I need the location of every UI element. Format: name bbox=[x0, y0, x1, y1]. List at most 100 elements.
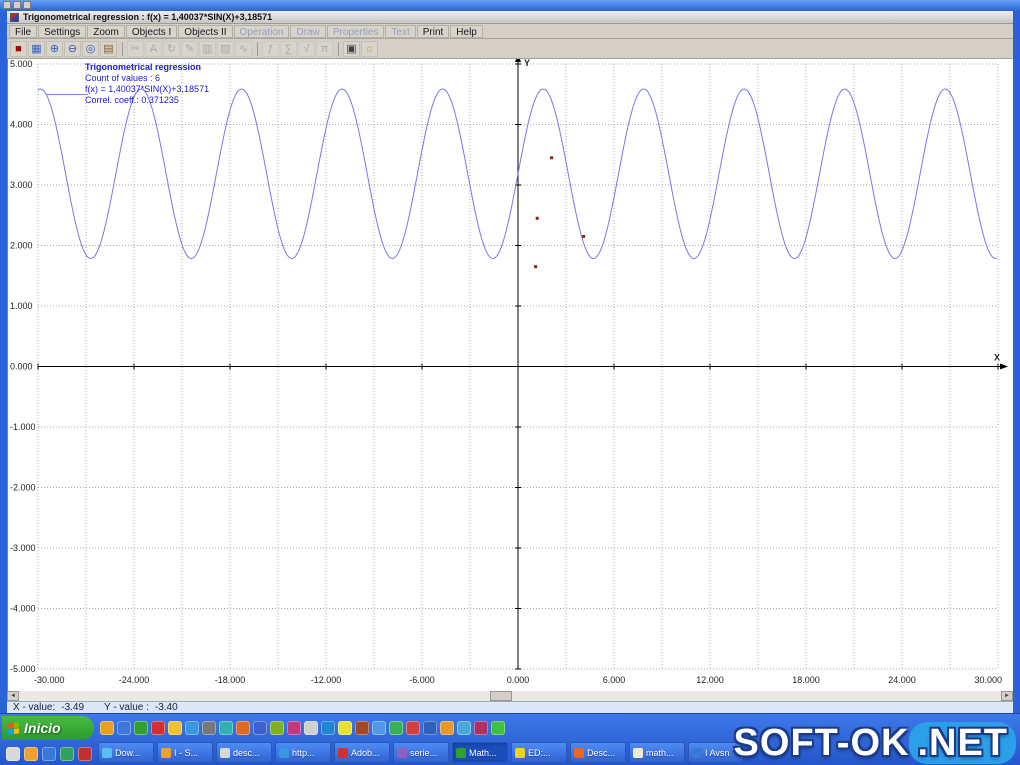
legend-title: Trigonometrical regression bbox=[85, 62, 202, 72]
pi-icon: π bbox=[316, 40, 333, 57]
quick-launch-icon[interactable] bbox=[423, 721, 437, 735]
toolbar: ■ ▦ ⊕ ⊖ ◎ ▤ ✂ A ↻ ✎ ▥ ▧ ∿ ƒ ∑ √ π ▣ ☼ bbox=[7, 39, 1013, 59]
taskbar-button-i-s[interactable]: I - S... bbox=[157, 742, 213, 763]
data-point bbox=[534, 265, 538, 269]
quick-launch-icon[interactable] bbox=[168, 721, 182, 735]
horizontal-scrollbar[interactable]: ◄ ► bbox=[7, 691, 1013, 701]
taskbar-button-serie[interactable]: serie... bbox=[393, 742, 449, 763]
quick-launch-icon[interactable] bbox=[287, 721, 301, 735]
task-window-icon bbox=[161, 747, 171, 758]
taskbar-button-desc[interactable]: Desc... bbox=[570, 742, 626, 763]
task-window-label: Adob... bbox=[351, 747, 380, 758]
task-window-label: Dow... bbox=[115, 747, 141, 758]
outer-minimize-button[interactable] bbox=[3, 1, 11, 9]
quick-launch-icon[interactable] bbox=[355, 721, 369, 735]
quick-launch-icon[interactable] bbox=[389, 721, 403, 735]
taskbar-button-math[interactable]: math... bbox=[629, 742, 685, 763]
print-icon[interactable]: ▣ bbox=[343, 40, 360, 57]
menu-objects-ii[interactable]: Objects II bbox=[178, 24, 233, 38]
taskbar-button-math[interactable]: Math... bbox=[452, 742, 508, 763]
menu-file[interactable]: File bbox=[9, 24, 38, 38]
x-tick-label: -12.000 bbox=[311, 675, 342, 685]
hint-icon[interactable]: ☼ bbox=[361, 40, 378, 57]
quick-launch-icon[interactable] bbox=[202, 721, 216, 735]
menu-bar: File Settings Zoom Objects I Objects II Opera… bbox=[7, 24, 1013, 39]
taskbar-button-ed[interactable]: ED:... bbox=[511, 742, 567, 763]
y-axis-label: Y bbox=[524, 59, 530, 68]
quick-launch-icon[interactable] bbox=[338, 721, 352, 735]
quick-launch-icon[interactable] bbox=[117, 721, 131, 735]
quick-launch-icon[interactable] bbox=[457, 721, 471, 735]
quick-launch-icon[interactable] bbox=[474, 721, 488, 735]
quick-launch-icon[interactable] bbox=[78, 747, 92, 761]
menu-print[interactable]: Print bbox=[416, 24, 450, 38]
outer-window-top-border bbox=[0, 0, 1020, 11]
quick-launch-icon[interactable] bbox=[321, 721, 335, 735]
x-tick-label: 12.000 bbox=[696, 675, 724, 685]
task-window-label: http... bbox=[292, 747, 315, 758]
menu-zoom[interactable]: Zoom bbox=[87, 24, 125, 38]
x-tick-label: 0.000 bbox=[507, 675, 530, 685]
record-icon[interactable]: ■ bbox=[10, 40, 27, 57]
scroll-right-icon[interactable]: ► bbox=[1001, 691, 1013, 701]
watermark-part1: SOFT- bbox=[733, 722, 851, 764]
task-window-icon bbox=[102, 747, 112, 758]
quick-launch-icon[interactable] bbox=[236, 721, 250, 735]
grid-icon: ▥ bbox=[199, 40, 216, 57]
zoom-in-icon[interactable]: ⊕ bbox=[46, 40, 63, 57]
y-tick-label: 5.000 bbox=[10, 59, 33, 69]
menu-operation: Operation bbox=[233, 24, 290, 38]
task-window-icon bbox=[397, 747, 407, 758]
outer-close-button[interactable] bbox=[23, 1, 31, 9]
zoom-window-icon[interactable]: ◎ bbox=[82, 40, 99, 57]
menu-help[interactable]: Help bbox=[450, 24, 483, 38]
quick-launch-icon[interactable] bbox=[151, 721, 165, 735]
task-window-icon bbox=[338, 747, 348, 758]
quick-launch-icon[interactable] bbox=[219, 721, 233, 735]
chart-icon[interactable]: ▦ bbox=[28, 40, 45, 57]
text-icon: A bbox=[145, 40, 162, 57]
quick-launch-icon[interactable] bbox=[491, 721, 505, 735]
task-window-icon bbox=[279, 747, 289, 758]
quick-launch-icon[interactable] bbox=[6, 747, 20, 761]
menu-objects-i[interactable]: Objects I bbox=[125, 24, 178, 38]
taskbar-button-http[interactable]: http... bbox=[275, 742, 331, 763]
taskbar-button-desc[interactable]: desc... bbox=[216, 742, 272, 763]
quick-launch-icon[interactable] bbox=[440, 721, 454, 735]
quick-launch-icon[interactable] bbox=[24, 747, 38, 761]
menu-settings[interactable]: Settings bbox=[38, 24, 87, 38]
task-window-icon bbox=[515, 747, 525, 758]
quick-launch-icon[interactable] bbox=[100, 721, 114, 735]
scroll-left-icon[interactable]: ◄ bbox=[7, 691, 19, 701]
bar-chart-icon: ▧ bbox=[217, 40, 234, 57]
y-axis-arrow-icon bbox=[515, 59, 521, 62]
zoom-out-icon[interactable]: ⊖ bbox=[64, 40, 81, 57]
chart: X Y -30.000 -24.000 -18.000 -12.000 -6.000 0.00… bbox=[10, 59, 1008, 685]
task-window-icon bbox=[692, 747, 702, 758]
quick-launch-icon[interactable] bbox=[134, 721, 148, 735]
x-tick-label: 6.000 bbox=[603, 675, 626, 685]
quick-launch-icon[interactable] bbox=[304, 721, 318, 735]
quick-launch-icon[interactable] bbox=[372, 721, 386, 735]
quick-launch-icon[interactable] bbox=[270, 721, 284, 735]
quick-launch-icon[interactable] bbox=[406, 721, 420, 735]
quick-launch-icon[interactable] bbox=[185, 721, 199, 735]
status-y-value: -3.40 bbox=[154, 702, 178, 713]
taskbar-button-dow[interactable]: Dow... bbox=[98, 742, 154, 763]
y-tick-label: -1.000 bbox=[10, 422, 36, 432]
menu-text: Text bbox=[385, 24, 416, 38]
quick-launch-icon[interactable] bbox=[42, 747, 56, 761]
start-button[interactable]: Inicio bbox=[2, 716, 94, 740]
menu-properties: Properties bbox=[326, 24, 385, 38]
quick-launch-icon[interactable] bbox=[60, 747, 74, 761]
quick-launch-bar-row2 bbox=[6, 744, 92, 764]
outer-restore-button[interactable] bbox=[13, 1, 21, 9]
plot-area[interactable]: X Y -30.000 -24.000 -18.000 -12.000 -6.000 0.00… bbox=[7, 59, 1013, 691]
taskbar-button-adob[interactable]: Adob... bbox=[334, 742, 390, 763]
scrollbar-track[interactable] bbox=[19, 691, 1001, 701]
title-bar[interactable]: Trigonometrical regression : f(x) = 1,40… bbox=[7, 11, 1013, 24]
task-window-label: desc... bbox=[233, 747, 260, 758]
quick-launch-icon[interactable] bbox=[253, 721, 267, 735]
options-icon[interactable]: ▤ bbox=[100, 40, 117, 57]
scrollbar-thumb[interactable] bbox=[490, 691, 513, 701]
